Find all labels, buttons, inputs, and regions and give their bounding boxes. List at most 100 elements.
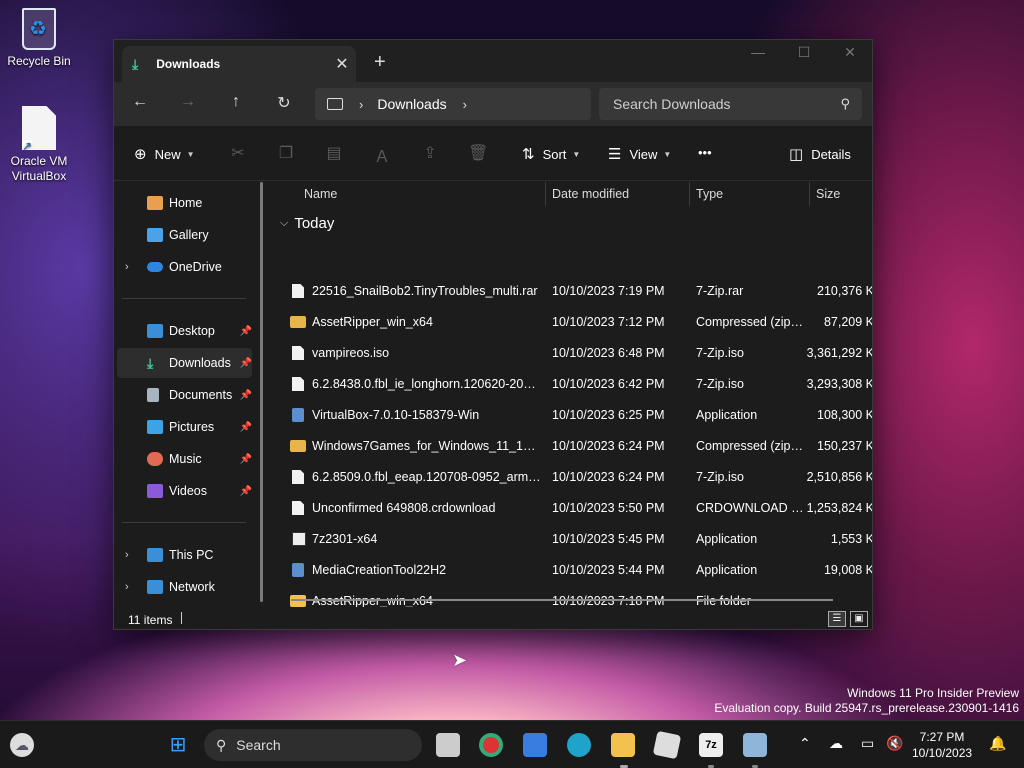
sidebar-scrollbar[interactable]	[260, 182, 263, 602]
desktop-recycle-bin[interactable]: Recycle Bin	[1, 8, 77, 68]
sidebar-item-videos[interactable]: Videos 📌	[117, 476, 252, 506]
forward-button[interactable]: →	[176, 93, 200, 111]
column-header-size[interactable]: Size	[816, 182, 840, 206]
column-header-date[interactable]: Date modified	[552, 182, 629, 206]
column-header-name[interactable]: Name	[304, 182, 337, 206]
table-row[interactable]: 22516_SnailBob2.TinyTroubles_multi.rar 10…	[272, 275, 872, 306]
horizontal-scrollbar[interactable]	[291, 599, 833, 601]
paste-icon[interactable]: ▤	[324, 143, 344, 163]
chevron-right-icon[interactable]: ›	[125, 581, 129, 593]
start-icon[interactable]: ⊞	[166, 733, 190, 757]
watermark-line1: Windows 11 Pro Insider Preview	[847, 686, 1019, 700]
cut-icon[interactable]: ✂	[228, 143, 248, 163]
table-row[interactable]: 6.2.8438.0.fbl_ie_longhorn.120620-2000_a…	[272, 368, 872, 399]
chrome-icon[interactable]	[479, 733, 503, 757]
sidebar-item-onedrive[interactable]: › OneDrive	[117, 252, 252, 282]
column-separator[interactable]	[545, 182, 546, 206]
search-input[interactable]: Search Downloads ⚲	[599, 88, 862, 120]
sidebar-item-label: OneDrive	[169, 260, 222, 274]
group-header-today[interactable]: ⌵ Today	[280, 215, 334, 232]
sidebar-item-downloads[interactable]: ⤓ Downloads 📌	[117, 348, 252, 378]
chevron-up-icon[interactable]: ⌃	[799, 735, 811, 752]
taskbar-search[interactable]: ⚲ Search	[204, 729, 422, 761]
table-row[interactable]: Windows7Games_for_Windows_11_10_8 10/10/2…	[272, 430, 872, 461]
weather-icon[interactable]: ☁	[10, 733, 34, 757]
table-row[interactable]: vampireos.iso 10/10/2023 6:48 PM 7-Zip.iso…	[272, 337, 872, 368]
table-row[interactable]: Unconfirmed 649808.crdownload 10/10/2023 …	[272, 492, 872, 523]
onedrive-tray-icon[interactable]: ☁	[829, 735, 843, 752]
videos-icon	[147, 484, 163, 498]
sort-button[interactable]: ⇅ Sort ▼	[522, 145, 580, 163]
close-tab-icon[interactable]: ✕	[328, 54, 356, 74]
sidebar-item-music[interactable]: Music 📌	[117, 444, 252, 474]
desktop-virtualbox-shortcut[interactable]: Oracle VM VirtualBox	[1, 106, 77, 184]
chevron-right-icon[interactable]: ›	[125, 261, 129, 273]
details-view-icon[interactable]: ☰	[828, 611, 846, 627]
sidebar-item-pictures[interactable]: Pictures 📌	[117, 412, 252, 442]
edge-icon[interactable]	[567, 733, 591, 757]
back-button[interactable]: ←	[128, 93, 152, 111]
file-size: 87,209 K	[823, 315, 873, 329]
up-button[interactable]: ↑	[224, 93, 248, 111]
sidebar-item-desktop[interactable]: Desktop 📌	[117, 316, 252, 346]
file-explorer-icon[interactable]	[611, 733, 635, 757]
desktop-icon-label: Recycle Bin	[7, 54, 71, 68]
new-label: New	[154, 146, 181, 162]
tab-title: Downloads	[156, 57, 221, 71]
maximize-button[interactable]: ☐	[781, 44, 827, 66]
sidebar-item-this-pc[interactable]: › This PC	[117, 540, 252, 570]
column-separator[interactable]	[689, 182, 690, 206]
table-row[interactable]: VirtualBox-7.0.10-158379-Win 10/10/2023 6…	[272, 399, 872, 430]
notification-bell-icon[interactable]: 🔔	[989, 735, 1006, 752]
view-button[interactable]: ☰ View ▼	[608, 145, 671, 163]
table-row[interactable]: 6.2.8509.0.fbl_eeap.120708-0952_armfre_c…	[272, 461, 872, 492]
file-type: Application	[696, 563, 758, 577]
sidebar-divider	[122, 298, 246, 299]
perf-monitor-icon[interactable]	[743, 733, 767, 757]
taskbar-search-label: Search	[236, 737, 281, 753]
sidebar-item-home[interactable]: Home	[117, 188, 252, 218]
store-icon[interactable]	[523, 733, 547, 757]
large-icons-view-icon[interactable]: ▣	[850, 611, 868, 627]
more-options-button[interactable]: •••	[698, 145, 712, 160]
7zip-icon[interactable]: 7z	[699, 733, 723, 757]
share-icon[interactable]: ⇪	[420, 143, 440, 163]
address-bar[interactable]: › Downloads ›	[315, 88, 591, 120]
chevron-right-icon[interactable]: ›	[463, 97, 467, 112]
file-type: Compressed (zipp...	[696, 439, 804, 453]
sidebar-item-documents[interactable]: Documents 📌	[117, 380, 252, 410]
minimize-button[interactable]: —	[735, 44, 781, 66]
roblox-icon[interactable]	[652, 730, 682, 760]
refresh-button[interactable]: ↻	[272, 93, 296, 113]
column-separator[interactable]	[809, 182, 810, 206]
chevron-right-icon[interactable]: ›	[125, 549, 129, 561]
file-explorer-window: ⤓ Downloads ✕ + — ☐ ✕ ← → ↑ ↻ › Download…	[113, 39, 873, 630]
column-header-type[interactable]: Type	[696, 182, 723, 206]
sidebar-item-label: Music	[169, 452, 202, 466]
chevron-down-icon: ▼	[572, 149, 581, 159]
tab-downloads[interactable]: ⤓ Downloads ✕	[122, 46, 356, 82]
sidebar-item-label: Pictures	[169, 420, 215, 434]
new-button[interactable]: ⊕ New ▼	[134, 145, 195, 163]
task-view-icon[interactable]	[436, 733, 460, 757]
delete-icon[interactable]: 🗑	[468, 143, 488, 163]
network-tray-icon[interactable]: ▭	[861, 735, 874, 752]
chevron-right-icon[interactable]: ›	[359, 97, 363, 112]
home-icon	[147, 196, 163, 210]
sidebar-item-gallery[interactable]: Gallery	[117, 220, 252, 250]
volume-muted-icon[interactable]: 🔇	[886, 735, 903, 752]
copy-icon[interactable]: ❐	[276, 143, 296, 163]
new-tab-button[interactable]: +	[374, 52, 386, 72]
rename-icon[interactable]: Ａ	[372, 143, 392, 167]
close-window-button[interactable]: ✕	[827, 44, 872, 66]
table-row[interactable]: 7z2301-x64 10/10/2023 5:45 PM Application 1…	[272, 523, 872, 554]
table-row[interactable]: AssetRipper_win_x6410/10/2023 7:18 PMFil…	[272, 585, 872, 607]
evaluation-watermark: Windows 11 Pro Insider Preview Evaluatio…	[714, 686, 1019, 716]
sidebar-item-network[interactable]: › Network	[117, 572, 252, 602]
breadcrumb-downloads[interactable]: Downloads	[377, 96, 446, 112]
file-name: 22516_SnailBob2.TinyTroubles_multi.rar	[312, 284, 538, 298]
system-clock[interactable]: 7:27 PM 10/10/2023	[912, 729, 972, 761]
table-row[interactable]: MediaCreationTool22H2 10/10/2023 5:44 PM A…	[272, 554, 872, 585]
details-button[interactable]: ◫ Details	[789, 145, 851, 163]
table-row[interactable]: AssetRipper_win_x64 10/10/2023 7:12 PM Com…	[272, 306, 873, 337]
